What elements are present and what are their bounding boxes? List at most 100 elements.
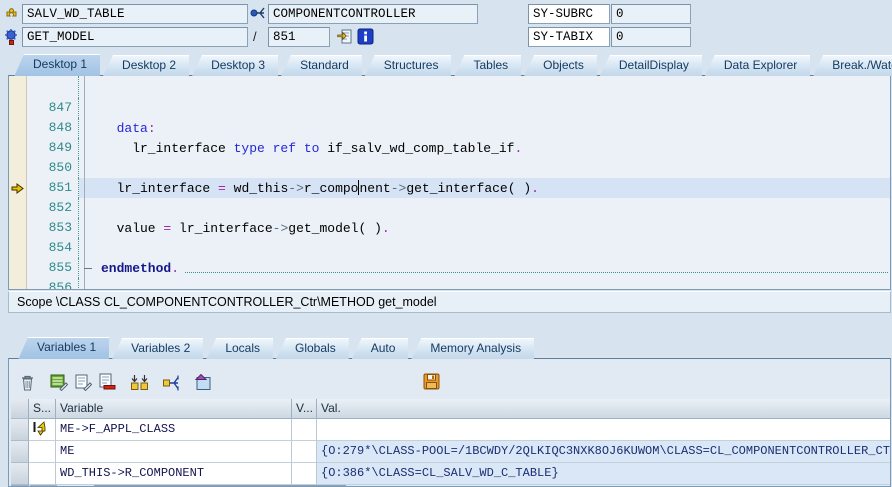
code-line-851-current[interactable]: 851 lr_interface = wd_this->r_component-… [9, 178, 890, 198]
tab-break-watchpoints[interactable]: Break./Watchpoints [813, 55, 892, 76]
current-statement-arrow-icon [11, 183, 24, 194]
code-editor[interactable]: 847 848 data: 849 lr_interface type ref … [8, 75, 891, 290]
status-cell [29, 463, 56, 485]
edit-document-icon [74, 373, 92, 391]
variable-name-input[interactable]: WD_THIS->R_COMPONENT [56, 463, 292, 485]
variable-name-input[interactable]: ME->F_APPL_CLASS [56, 419, 292, 441]
code-line-853[interactable]: 853 value = lr_interface->get_model( ). [9, 218, 890, 238]
breakpoint-margin[interactable] [9, 198, 27, 218]
view-cell [292, 463, 317, 485]
line-number: 849 [27, 138, 79, 158]
line-number: 853 [27, 218, 79, 238]
view-filter-button[interactable] [193, 372, 213, 392]
header-s: S... [29, 399, 56, 419]
code-line-855[interactable]: 855 endmethod. [9, 258, 890, 278]
code-line-854[interactable]: 854 [9, 238, 890, 258]
sy-tabix-label-field[interactable]: SY-TABIX [528, 27, 610, 47]
variables-toolbar [17, 371, 217, 393]
tab-globals[interactable]: Globals [276, 338, 349, 359]
filter-folder-icon [194, 374, 213, 391]
sy-subrc-value-field: 0 [611, 4, 691, 24]
tab-desktop-1[interactable]: Desktop 1 [14, 54, 100, 76]
value-cell[interactable] [317, 419, 891, 441]
tab-auto[interactable]: Auto [352, 338, 409, 359]
breakpoint-margin[interactable] [9, 238, 27, 258]
variables-table: S... Variable V... Val. ME->F_APPL_CLASS [11, 399, 891, 485]
changed-flag-icon [33, 421, 46, 436]
save-layout-button[interactable] [421, 371, 441, 391]
trash-icon [20, 374, 35, 391]
value-cell[interactable]: {O:279*\CLASS-POOL=/1BCWDY/2QLKIQC3NXK8O… [317, 441, 891, 463]
breakpoint-margin[interactable] [9, 278, 27, 290]
breakpoint-margin[interactable] [9, 258, 27, 278]
breakpoint-margin[interactable] [9, 98, 27, 118]
navigation-button[interactable] [161, 372, 181, 392]
tab-desktop-2[interactable]: Desktop 2 [103, 55, 189, 76]
line-number: 850 [27, 158, 79, 178]
line-separator: / [253, 29, 257, 44]
tab-desktop-3[interactable]: Desktop 3 [192, 55, 278, 76]
breakpoint-margin[interactable] [9, 178, 27, 198]
row-selector[interactable] [11, 463, 29, 485]
code-line-847[interactable]: 847 [9, 98, 890, 118]
table-header-row: S... Variable V... Val. [11, 399, 891, 419]
tab-memory-analysis[interactable]: Memory Analysis [411, 338, 534, 359]
distribute-icon [162, 374, 181, 391]
tab-structures[interactable]: Structures [365, 55, 452, 76]
method-field: GET_MODEL [22, 27, 248, 47]
tab-objects[interactable]: Objects [524, 55, 597, 76]
code-line-856[interactable]: 856 [9, 278, 890, 290]
code-line-848[interactable]: 848 data: [9, 118, 890, 138]
table-row: WD_THIS->R_COMPONENT {O:386*\CLASS=CL_SA… [11, 463, 891, 485]
breakpoint-margin[interactable] [9, 118, 27, 138]
breakpoint-margin[interactable] [9, 76, 27, 98]
tab-variables-1[interactable]: Variables 1 [18, 337, 109, 359]
component-icon [3, 5, 20, 22]
tab-tables[interactable]: Tables [454, 55, 521, 76]
controller-field: COMPONENTCONTROLLER [268, 4, 478, 24]
remove-row-icon [98, 373, 116, 391]
table-row: ME->F_APPL_CLASS [11, 419, 891, 441]
header-variable: Variable [56, 399, 292, 419]
view-cell [292, 419, 317, 441]
code-line-852[interactable]: 852 [9, 198, 890, 218]
remove-row-button[interactable] [97, 372, 117, 392]
line-number: 854 [27, 238, 79, 258]
fold-marker[interactable] [84, 268, 92, 269]
sy-subrc-label-field[interactable]: SY-SUBRC [528, 4, 610, 24]
column-config-button[interactable] [129, 372, 149, 392]
row-selector[interactable] [11, 419, 29, 441]
save-floppy-icon [423, 373, 440, 390]
variables-tabstrip: Variables 1 Variables 2 Locals Globals A… [8, 336, 892, 359]
breakpoint-margin[interactable] [9, 158, 27, 178]
breakpoint-margin[interactable] [9, 138, 27, 158]
variable-name-input[interactable]: ME [56, 441, 292, 463]
variables-pane: S... Variable V... Val. ME->F_APPL_CLASS [8, 358, 891, 487]
sap-debugger-window: SALV_WD_TABLE COMPONENTCONTROLLER SY-SUB… [0, 0, 892, 487]
tab-standard[interactable]: Standard [281, 55, 362, 76]
breakpoint-margin[interactable] [9, 218, 27, 238]
header-v: V... [292, 399, 317, 419]
status-cell [29, 419, 56, 441]
insert-columns-icon [130, 374, 149, 391]
view-cell [292, 441, 317, 463]
edit-table-icon [50, 373, 68, 391]
tab-data-explorer[interactable]: Data Explorer [705, 55, 810, 76]
delete-variables-button[interactable] [17, 372, 37, 392]
code-line-850[interactable]: 850 [9, 158, 890, 178]
info-icon[interactable] [357, 28, 374, 45]
edit-row-button[interactable] [73, 372, 93, 392]
line-number-field: 851 [268, 27, 330, 47]
tab-detaildisplay[interactable]: DetailDisplay [600, 55, 702, 76]
value-cell[interactable]: {O:386*\CLASS=CL_SALV_WD_C_TABLE} [317, 463, 891, 485]
code-line-849[interactable]: 849 lr_interface type ref to if_salv_wd_… [9, 138, 890, 158]
tab-variables-2[interactable]: Variables 2 [112, 338, 203, 359]
change-field-content-button[interactable] [49, 372, 69, 392]
goto-statement-icon[interactable] [337, 28, 354, 45]
relation-icon [250, 5, 267, 22]
line-number: 847 [27, 98, 79, 118]
row-selector[interactable] [11, 441, 29, 463]
header-selector [11, 399, 29, 419]
tab-locals[interactable]: Locals [206, 338, 273, 359]
line-number: 856 [27, 278, 79, 290]
